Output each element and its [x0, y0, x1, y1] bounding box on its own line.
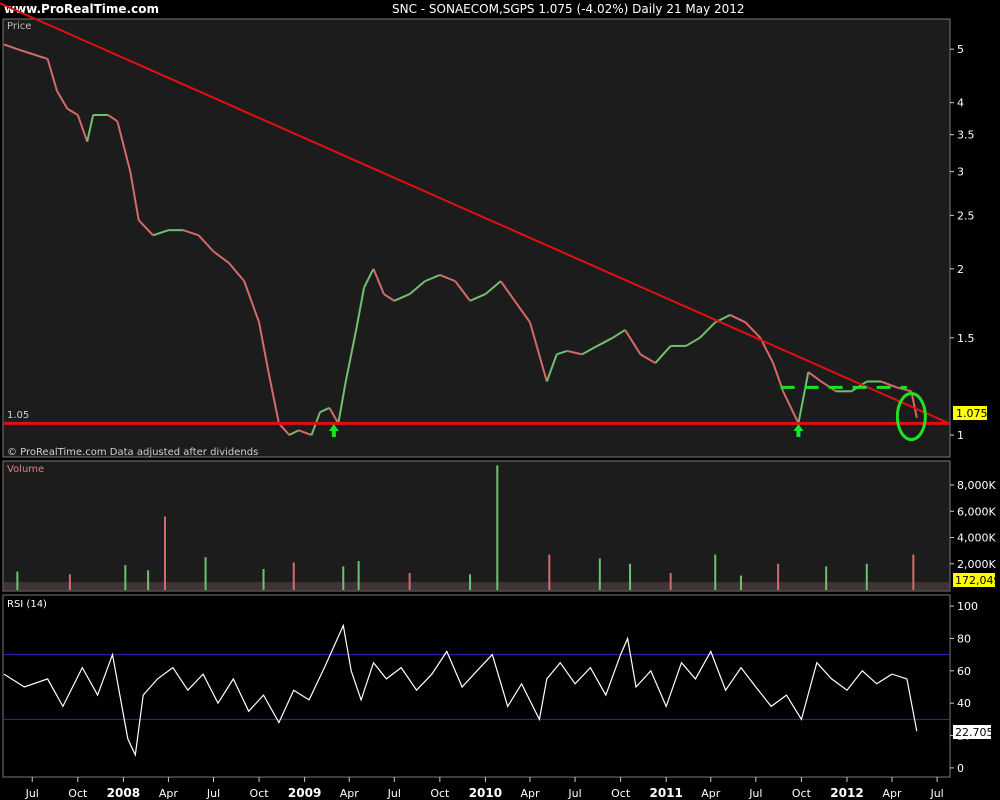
volume-panel-title: Volume [7, 464, 44, 475]
volume-bar [739, 575, 742, 590]
support-label: 1.05 [7, 410, 29, 421]
x-tick-label: 2011 [649, 786, 682, 800]
rsi-panel-title: RSI (14) [7, 599, 47, 610]
rsi-y-tick-label: 100 [957, 600, 978, 613]
price-y-tick-label: 3 [957, 166, 964, 179]
volume-bar [342, 566, 345, 590]
x-tick-label: Jul [387, 787, 401, 800]
x-tick-label: 2012 [830, 786, 863, 800]
price-y-tick-label: 2 [957, 263, 964, 276]
x-tick-label: Apr [701, 787, 721, 800]
volume-bar [669, 572, 672, 590]
x-tick-label: Jul [748, 787, 762, 800]
rsi-y-tick-label: 60 [957, 665, 971, 678]
volume-baseline-band [4, 582, 949, 590]
volume-bar [777, 563, 780, 590]
volume-bar [16, 571, 19, 590]
x-tick-label: Oct [430, 787, 450, 800]
volume-bar [825, 566, 828, 590]
last-volume-label: 172,049 [955, 574, 1000, 587]
rsi-y-tick-label: 80 [957, 632, 971, 645]
x-tick-label: Jul [567, 787, 581, 800]
price-y-tick-label: 1.5 [957, 332, 975, 345]
x-tick-label: Apr [520, 787, 540, 800]
volume-panel [2, 460, 951, 592]
x-axis: Jul Oct 2008 Apr Jul Oct 2009 Apr Jul Oct 2010 Apr J… [25, 777, 944, 800]
x-tick-label: Apr [883, 787, 903, 800]
price-note: © ProRealTime.com Data adjusted after di… [7, 447, 258, 458]
x-tick-label: 2010 [469, 786, 502, 800]
volume-bar [629, 563, 632, 590]
x-tick-label: Oct [250, 787, 270, 800]
rsi-y-tick-label: 0 [957, 762, 964, 775]
volume-bar [163, 516, 166, 590]
volume-y-tick-label: 6,000K [957, 505, 996, 518]
price-panel-title: Price [7, 21, 31, 32]
x-tick-label: Apr [340, 787, 360, 800]
rsi-y-tick-label: 40 [957, 697, 971, 710]
price-y-tick-label: 3.5 [957, 129, 975, 142]
price-y-tick-label: 5 [957, 43, 964, 56]
x-tick-label: Jul [25, 787, 39, 800]
volume-y-tick-label: 4,000K [957, 532, 996, 545]
price-y-tick-label: 2.5 [957, 209, 975, 222]
price-panel [2, 18, 951, 458]
volume-bar [496, 465, 499, 590]
volume-bar [292, 562, 295, 590]
price-y-tick-label: 4 [957, 97, 964, 110]
volume-y-tick-label: 2,000K [957, 558, 996, 571]
x-tick-label: Jul [929, 787, 943, 800]
volume-bar [714, 554, 717, 590]
volume-bar [598, 558, 601, 590]
x-tick-label: 2009 [288, 786, 321, 800]
x-tick-label: Oct [611, 787, 631, 800]
volume-bar [262, 569, 265, 590]
volume-bar [408, 572, 411, 590]
volume-bar [147, 570, 150, 590]
volume-bar [469, 574, 472, 590]
x-tick-label: 2008 [107, 786, 140, 800]
x-tick-label: Oct [68, 787, 88, 800]
x-tick-label: Jul [206, 787, 220, 800]
volume-bar [548, 554, 551, 590]
volume-bar [68, 574, 71, 590]
volume-bar [865, 563, 868, 590]
volume-y-tick-label: 8,000K [957, 479, 996, 492]
last-rsi-label: 22.705 [955, 726, 994, 739]
volume-bar [204, 557, 207, 590]
volume-bar [357, 561, 360, 590]
volume-bar [912, 554, 915, 590]
stock-chart: 11.522.533.545 2,000K4,000K6,000K8,000K … [0, 2, 1000, 800]
x-tick-label: Apr [159, 787, 179, 800]
volume-bar [124, 565, 127, 590]
x-tick-label: Oct [792, 787, 812, 800]
last-price-label: 1.075 [956, 407, 988, 420]
rsi-panel [2, 594, 951, 778]
price-y-tick-label: 1 [957, 429, 964, 442]
